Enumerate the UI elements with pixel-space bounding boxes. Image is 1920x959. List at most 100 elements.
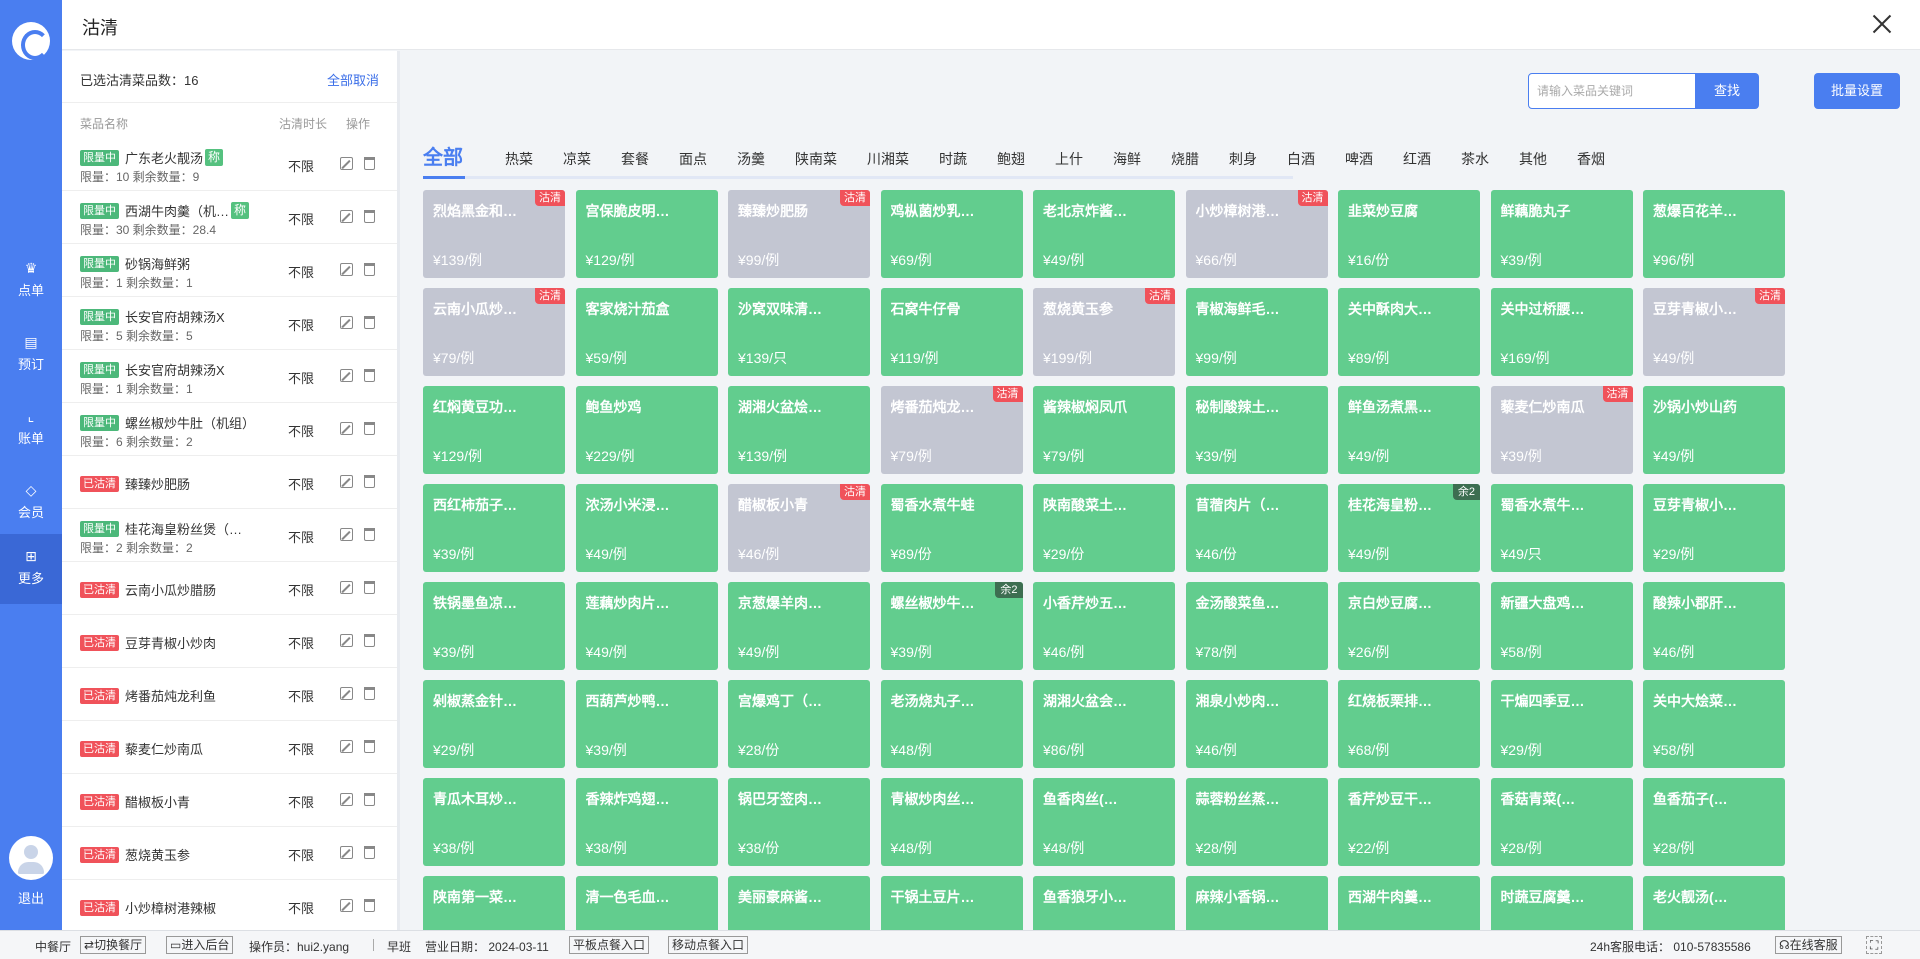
dish-card[interactable]: 美丽豪麻酱… xyxy=(728,876,870,930)
delete-icon[interactable] xyxy=(364,528,375,541)
dish-card[interactable]: 西湖牛肉羹… xyxy=(1338,876,1480,930)
edit-icon[interactable] xyxy=(340,475,353,488)
dish-card[interactable]: 藜麦仁炒南瓜 ¥39/例 沽清 xyxy=(1490,386,1633,474)
tab-category[interactable]: 啤酒 xyxy=(1345,149,1373,169)
edit-icon[interactable] xyxy=(340,157,353,170)
dish-card[interactable]: 酸辣小郡肝… ¥46/例 xyxy=(1643,582,1785,670)
dish-card[interactable]: 葱爆百花羊… ¥96/例 xyxy=(1643,190,1785,278)
nav-item-member[interactable]: ◇ 会员 xyxy=(0,468,62,538)
dish-card[interactable]: 烤番茄炖龙… ¥79/例 沽清 xyxy=(880,386,1023,474)
dish-card[interactable]: 青椒炒肉丝… ¥48/例 xyxy=(880,778,1023,866)
dish-card[interactable]: 关中酥肉大… ¥89/例 xyxy=(1338,288,1480,376)
dish-card[interactable]: 老火靓汤(… xyxy=(1643,876,1785,930)
dish-card[interactable]: 红焖黄豆功… ¥129/例 xyxy=(423,386,565,474)
dish-card[interactable]: 烈焰黑金和… ¥139/例 沽清 xyxy=(423,190,565,278)
edit-icon[interactable] xyxy=(340,740,353,753)
dish-card[interactable]: 铁锅墨鱼凉… ¥39/例 xyxy=(423,582,565,670)
dish-card[interactable]: 桂花海皇粉… ¥49/例 余2 xyxy=(1338,484,1480,572)
tab-category[interactable]: 凉菜 xyxy=(563,149,591,169)
dish-card[interactable]: 鲜鱼汤煮黑… ¥49/例 xyxy=(1338,386,1480,474)
batch-settings-button[interactable]: 批量设置 xyxy=(1814,73,1900,109)
tab-category[interactable]: 时蔬 xyxy=(939,149,967,169)
dish-card[interactable]: 小香芹炒五… ¥46/例 xyxy=(1033,582,1175,670)
enter-backend-button[interactable]: ▭进入后台 xyxy=(166,936,234,954)
dish-card[interactable]: 锅巴牙签肉… ¥38/份 xyxy=(728,778,870,866)
dish-card[interactable]: 干锅土豆片… xyxy=(880,876,1023,930)
edit-icon[interactable] xyxy=(340,422,353,435)
delete-icon[interactable] xyxy=(364,316,375,329)
edit-icon[interactable] xyxy=(340,369,353,382)
dish-card[interactable]: 石窝牛仔骨 ¥119/例 xyxy=(880,288,1023,376)
dish-card[interactable]: 蜀香水煮牛蛙 ¥89/份 xyxy=(880,484,1023,572)
tab-category[interactable]: 海鲜 xyxy=(1113,149,1141,169)
dish-card[interactable]: 鱼香狼牙小… xyxy=(1033,876,1175,930)
dish-card[interactable]: 香菇青菜(… ¥28/例 xyxy=(1490,778,1633,866)
tab-category[interactable]: 香烟 xyxy=(1577,149,1605,169)
tab-category[interactable]: 其他 xyxy=(1519,149,1547,169)
dish-card[interactable]: 豆芽青椒小… ¥49/例 沽清 xyxy=(1643,288,1785,376)
dish-card[interactable]: 清一色毛血… xyxy=(575,876,718,930)
close-icon[interactable] xyxy=(1868,10,1896,38)
fullscreen-icon[interactable]: ⛶ xyxy=(1866,936,1883,954)
dish-card[interactable]: 新疆大盘鸡… ¥58/例 xyxy=(1490,582,1633,670)
dish-card[interactable]: 青瓜木耳炒… ¥38/例 xyxy=(423,778,565,866)
delete-icon[interactable] xyxy=(364,793,375,806)
tab-category[interactable]: 刺身 xyxy=(1229,149,1257,169)
mobile-order-entry[interactable]: 移动点餐入口 xyxy=(668,936,749,954)
dish-card[interactable]: 鲜藕脆丸子 ¥39/例 xyxy=(1490,190,1633,278)
dish-card[interactable]: 蜀香水煮牛… ¥49/只 xyxy=(1490,484,1633,572)
dish-card[interactable]: 云南小瓜炒… ¥79/例 沽清 xyxy=(423,288,565,376)
dish-card[interactable]: 剁椒蒸金针… ¥29/例 xyxy=(423,680,565,768)
tab-category[interactable]: 白酒 xyxy=(1287,149,1315,169)
dish-card[interactable]: 客家烧汁茄盒 ¥59/例 xyxy=(575,288,718,376)
dish-card[interactable]: 宫保脆皮明… ¥129/例 xyxy=(575,190,718,278)
dish-card[interactable]: 湖湘火盆烩… ¥139/例 xyxy=(728,386,870,474)
dish-card[interactable]: 西红柿茄子… ¥39/例 xyxy=(423,484,565,572)
tab-category[interactable]: 面点 xyxy=(679,149,707,169)
nav-item-more[interactable]: ⊞ 更多 xyxy=(0,534,62,604)
tab-category[interactable]: 上什 xyxy=(1055,149,1083,169)
dish-card[interactable]: 臻臻炒肥肠 ¥99/例 沽清 xyxy=(728,190,870,278)
delete-icon[interactable] xyxy=(364,210,375,223)
edit-icon[interactable] xyxy=(340,581,353,594)
dish-card[interactable]: 酱辣椒焖凤爪 ¥79/例 xyxy=(1033,386,1175,474)
edit-icon[interactable] xyxy=(340,846,353,859)
dish-card[interactable]: 鱼香茄子(… ¥28/例 xyxy=(1643,778,1785,866)
tab-category[interactable]: 热菜 xyxy=(505,149,533,169)
delete-icon[interactable] xyxy=(364,846,375,859)
nav-item-reserve[interactable]: ▤ 预订 xyxy=(0,320,62,390)
dish-card[interactable]: 鱼香肉丝(… ¥48/例 xyxy=(1033,778,1175,866)
dish-card[interactable]: 秘制酸辣土… ¥39/例 xyxy=(1185,386,1328,474)
dish-card[interactable]: 小炒樟树港… ¥66/例 沽清 xyxy=(1185,190,1328,278)
dish-card[interactable]: 沙窝双味清… ¥139/只 xyxy=(728,288,870,376)
delete-icon[interactable] xyxy=(364,740,375,753)
dish-card[interactable]: 陕南第一菜… xyxy=(423,876,565,930)
dish-card[interactable]: 老北京炸酱… ¥49/例 xyxy=(1033,190,1175,278)
dish-card[interactable]: 关中大烩菜… ¥58/例 xyxy=(1643,680,1785,768)
dish-card[interactable]: 苜蓿肉片（… ¥46/份 xyxy=(1185,484,1328,572)
dish-card[interactable]: 湖湘火盆会… ¥86/例 xyxy=(1033,680,1175,768)
tab-category[interactable]: 红酒 xyxy=(1403,149,1431,169)
dish-card[interactable]: 螺丝椒炒牛… ¥39/例 余2 xyxy=(880,582,1023,670)
dish-card[interactable]: 蒜蓉粉丝蒸… ¥28/例 xyxy=(1185,778,1328,866)
list-scrollbar[interactable] xyxy=(397,51,400,691)
dish-card[interactable]: 葱烧黄玉参 ¥199/例 沽清 xyxy=(1033,288,1175,376)
dish-card[interactable]: 麻辣小香锅… xyxy=(1185,876,1328,930)
online-service-button[interactable]: ☊在线客服 xyxy=(1775,936,1842,954)
dish-card[interactable]: 金汤酸菜鱼… ¥78/例 xyxy=(1185,582,1328,670)
delete-icon[interactable] xyxy=(364,634,375,647)
dish-card[interactable]: 醋椒板小青 ¥46/例 沽清 xyxy=(728,484,870,572)
dish-card[interactable]: 京葱爆羊肉… ¥49/例 xyxy=(728,582,870,670)
dish-card[interactable]: 沙锅小炒山药 ¥49/例 xyxy=(1643,386,1785,474)
delete-icon[interactable] xyxy=(364,475,375,488)
edit-icon[interactable] xyxy=(340,634,353,647)
dish-card[interactable]: 陕南酸菜土… ¥29/份 xyxy=(1033,484,1175,572)
dish-card[interactable]: 关中过桥腰… ¥169/例 xyxy=(1490,288,1633,376)
dish-card[interactable]: 浓汤小米浸… ¥49/例 xyxy=(575,484,718,572)
avatar[interactable] xyxy=(9,836,53,880)
logout-button[interactable]: 退出 xyxy=(0,888,62,907)
edit-icon[interactable] xyxy=(340,316,353,329)
edit-icon[interactable] xyxy=(340,210,353,223)
find-button[interactable]: 查找 xyxy=(1695,73,1759,109)
tab-category[interactable]: 汤羹 xyxy=(737,149,765,169)
